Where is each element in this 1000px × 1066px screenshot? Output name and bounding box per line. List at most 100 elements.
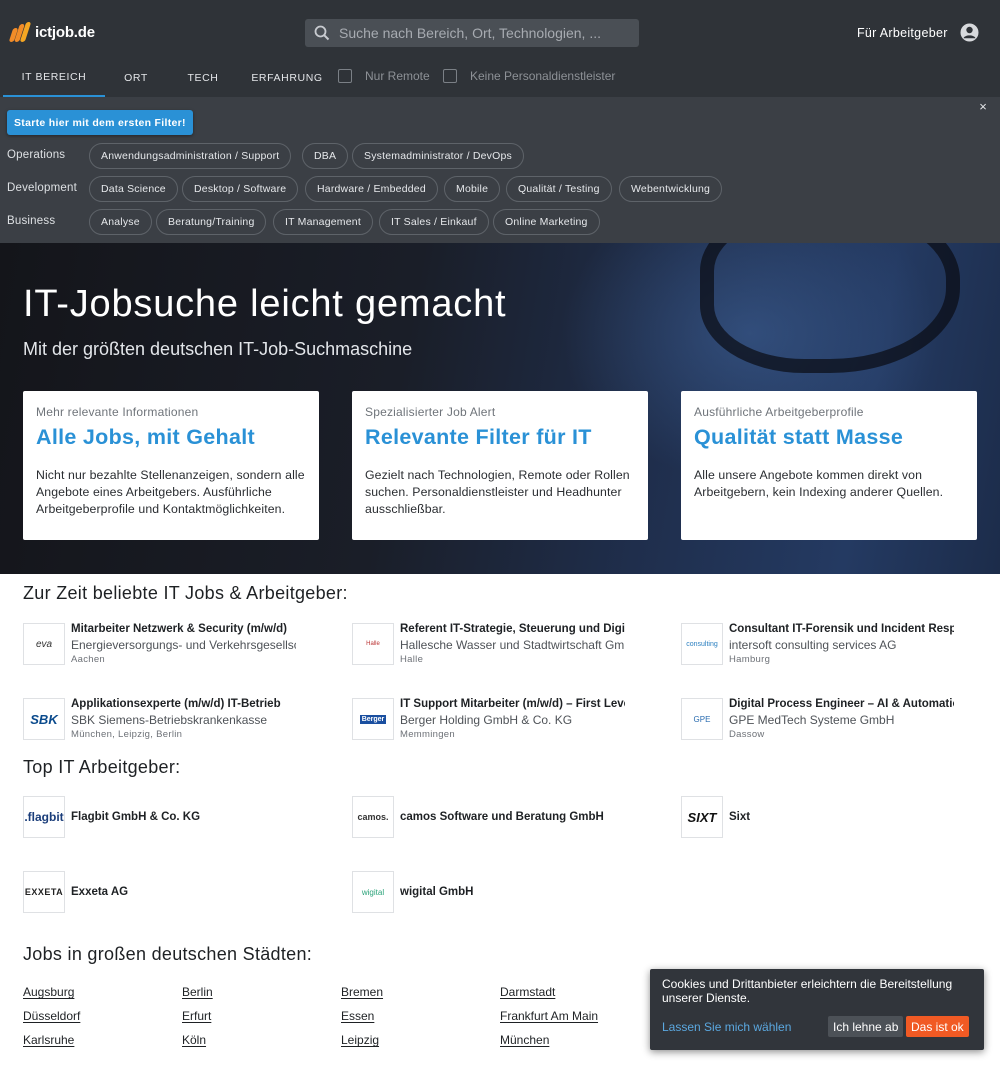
city-link-duesseldorf[interactable]: Düsseldorf [23, 1009, 80, 1023]
chip-it-management[interactable]: IT Management [273, 209, 373, 235]
job-listing[interactable]: GPE Digital Process Engineer – AI & Auto… [681, 698, 981, 743]
checkbox-label: Nur Remote [365, 69, 430, 83]
tab-erfahrung[interactable]: Erfahrung [239, 58, 335, 97]
chip-data-science[interactable]: Data Science [89, 176, 178, 202]
tab-it-bereich[interactable]: IT Bereich [3, 58, 105, 97]
company-logo: consulting [681, 623, 723, 665]
job-city: Memmingen [400, 729, 455, 740]
card-title: Relevante Filter für IT [365, 425, 592, 449]
city-link-berlin[interactable]: Berlin [182, 985, 213, 999]
job-company: Hallesche Wasser und Stadtwirtschaft Gmb… [400, 638, 625, 652]
job-title[interactable]: Referent IT-Strategie, Steuerung und Dig… [400, 623, 625, 635]
tab-ort[interactable]: Ort [105, 58, 167, 97]
employer-name[interactable]: camos Software und Beratung GmbH [400, 811, 604, 823]
employer-name[interactable]: Sixt [729, 811, 750, 823]
city-link-frankfurt[interactable]: Frankfurt Am Main [500, 1009, 598, 1023]
cookie-choose-link[interactable]: Lassen Sie mich wählen [662, 1020, 791, 1034]
employer-item[interactable]: SIXT Sixt [681, 796, 750, 838]
job-city: Halle [400, 654, 424, 665]
search-icon[interactable] [305, 19, 339, 47]
card-kicker: Ausführliche Arbeitgeberprofile [694, 405, 864, 419]
checkbox-box[interactable] [443, 69, 457, 83]
hero-banner: IT-Jobsuche leicht gemacht Mit der größt… [0, 243, 1000, 574]
logo-text: .flagbit [24, 810, 64, 824]
job-listing[interactable]: Berger IT Support Mitarbeiter (m/w/d) – … [352, 698, 652, 743]
city-link-augsburg[interactable]: Augsburg [23, 985, 74, 999]
city-link-karlsruhe[interactable]: Karlsruhe [23, 1033, 74, 1047]
job-listing[interactable]: SBK Applikationsexperte (m/w/d) IT-Betri… [23, 698, 323, 743]
search-bar[interactable] [305, 19, 639, 47]
account-icon[interactable] [960, 23, 979, 42]
category-label-business: Business [7, 215, 56, 227]
logo-mark-icon [8, 22, 32, 42]
chip-qualitaet-testing[interactable]: Qualität / Testing [506, 176, 612, 202]
checkbox-box[interactable] [338, 69, 352, 83]
start-filter-button[interactable]: Starte hier mit dem ersten Filter! [7, 110, 193, 135]
no-agencies-checkbox[interactable]: Keine Personaldienstleister [443, 69, 615, 83]
company-logo: wigital [352, 871, 394, 913]
close-icon[interactable]: × [976, 99, 990, 114]
card-text: Alle unsere Angebote kommen direkt von A… [694, 468, 944, 499]
employer-name[interactable]: wigital GmbH [400, 886, 473, 898]
company-logo: GPE [681, 698, 723, 740]
cookie-decline-button[interactable]: Ich lehne ab [828, 1016, 904, 1037]
company-logo: SBK [23, 698, 65, 740]
hero-subtitle: Mit der größten deutschen IT-Job-Suchmas… [23, 339, 413, 359]
job-title[interactable]: Applikationsexperte (m/w/d) IT-Betrieb [71, 698, 296, 710]
employer-name[interactable]: Exxeta AG [71, 886, 128, 898]
employer-item[interactable]: wigital wigital GmbH [352, 871, 473, 913]
chip-hardware-embedded[interactable]: Hardware / Embedded [305, 176, 438, 202]
cookie-accept-button[interactable]: Das ist ok [906, 1016, 969, 1037]
company-logo: SIXT [681, 796, 723, 838]
city-link-essen[interactable]: Essen [341, 1009, 374, 1023]
search-input[interactable] [339, 25, 629, 41]
ictjob-logo[interactable]: ictjob.de [8, 20, 95, 44]
city-link-bremen[interactable]: Bremen [341, 985, 383, 999]
job-listing[interactable]: consulting Consultant IT-Forensik und In… [681, 623, 981, 668]
chip-mobile[interactable]: Mobile [444, 176, 501, 202]
job-title[interactable]: Consultant IT-Forensik und Incident Resp… [729, 623, 954, 635]
logo-text: camos. [357, 812, 389, 822]
for-employers-link[interactable]: Für Arbeitgeber [857, 26, 948, 40]
chip-beratung-training[interactable]: Beratung/Training [156, 209, 267, 235]
job-title[interactable]: Digital Process Engineer – AI & Automati… [729, 698, 954, 710]
chip-dba[interactable]: DBA [302, 143, 349, 169]
filter-tabs: IT Bereich Ort Tech Erfahrung [0, 58, 335, 97]
employer-item[interactable]: camos. camos Software und Beratung GmbH [352, 796, 604, 838]
chip-webentwicklung[interactable]: Webentwicklung [619, 176, 723, 202]
chip-online-marketing[interactable]: Online Marketing [493, 209, 600, 235]
logo-text: SBK [30, 711, 58, 727]
job-company: Berger Holding GmbH & Co. KG [400, 713, 573, 727]
chip-anwendungsadministration[interactable]: Anwendungsadministration / Support [89, 143, 292, 169]
remote-only-checkbox[interactable]: Nur Remote [338, 69, 430, 83]
employer-item[interactable]: EXXETA Exxeta AG [23, 871, 128, 913]
city-link-erfurt[interactable]: Erfurt [182, 1009, 211, 1023]
city-link-leipzig[interactable]: Leipzig [341, 1033, 379, 1047]
company-logo: camos. [352, 796, 394, 838]
chip-it-sales-einkauf[interactable]: IT Sales / Einkauf [379, 209, 489, 235]
job-listing[interactable]: eva Mitarbeiter Netzwerk & Security (m/w… [23, 623, 323, 668]
chip-analyse[interactable]: Analyse [89, 209, 152, 235]
job-company: GPE MedTech Systeme GmbH [729, 713, 895, 727]
chip-systemadministrator[interactable]: Systemadministrator / DevOps [352, 143, 524, 169]
cookie-consent-banner: Cookies und Drittanbieter erleichtern di… [650, 969, 984, 1050]
city-link-darmstadt[interactable]: Darmstadt [500, 985, 555, 999]
job-city: Dassow [729, 729, 765, 740]
employer-item[interactable]: .flagbit Flagbit GmbH & Co. KG [23, 796, 200, 838]
logo-text: consulting [686, 640, 718, 648]
logo-text: GPE [693, 714, 711, 724]
city-link-koeln[interactable]: Köln [182, 1033, 206, 1047]
chip-desktop-software[interactable]: Desktop / Software [182, 176, 299, 202]
job-company: SBK Siemens-Betriebskrankenkasse [71, 713, 268, 727]
job-title[interactable]: IT Support Mitarbeiter (m/w/d) – First L… [400, 698, 625, 710]
company-logo: EXXETA [23, 871, 65, 913]
job-title[interactable]: Mitarbeiter Netzwerk & Security (m/w/d) [71, 623, 296, 635]
city-link-muenchen[interactable]: München [500, 1033, 549, 1047]
company-logo: Halle [352, 623, 394, 665]
job-listing[interactable]: Halle Referent IT-Strategie, Steuerung u… [352, 623, 652, 668]
logo-text: ictjob.de [35, 23, 95, 41]
hero-title: IT-Jobsuche leicht gemacht [23, 283, 507, 325]
employer-name[interactable]: Flagbit GmbH & Co. KG [71, 811, 200, 823]
logo-text: Berger [359, 714, 387, 724]
tab-tech[interactable]: Tech [167, 58, 239, 97]
